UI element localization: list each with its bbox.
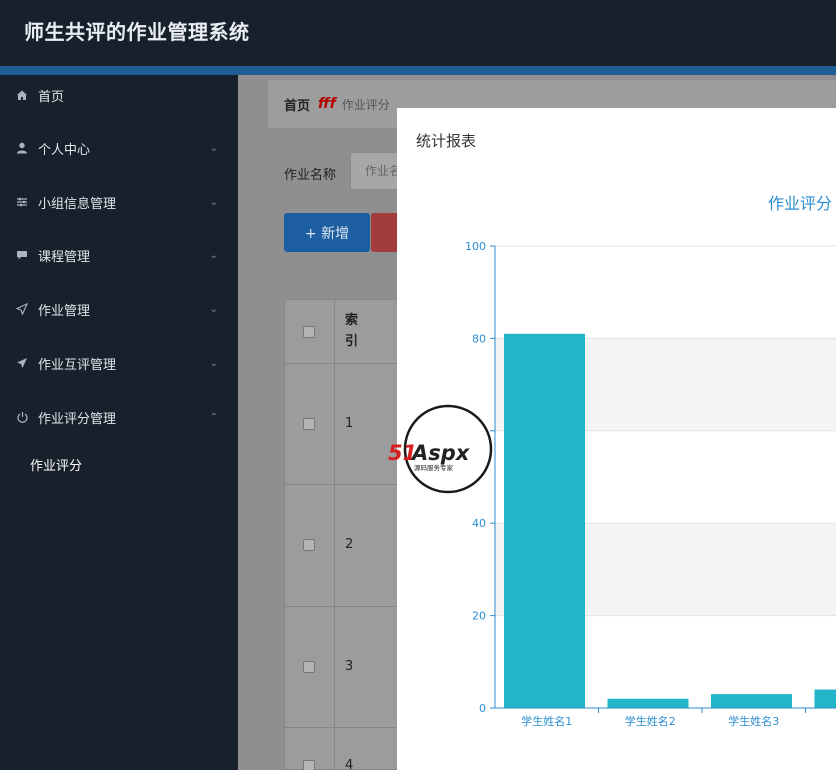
row-index: 3: [345, 659, 354, 674]
sidebar-item-label: 小组信息管理: [38, 196, 117, 212]
breadcrumb-current: 作业评分: [341, 97, 390, 112]
row-index: 4: [345, 758, 354, 770]
sidebar-item-personal[interactable]: 个人中心 ⌄: [0, 128, 238, 168]
y-tick-label: 20: [472, 610, 486, 623]
watermark-logo: 51 Aspx 源码服务专家: [388, 404, 493, 494]
data-table: 索 引 1 2 3 4: [284, 299, 398, 770]
bar-3: [711, 694, 792, 708]
sidebar-item-group[interactable]: 小组信息管理 ⌄: [0, 182, 238, 222]
home-icon: [15, 88, 29, 102]
power-icon: [15, 410, 29, 424]
watermark-tagline: 源码服务专家: [414, 463, 454, 472]
y-tick-label: 0: [479, 702, 486, 715]
chevron-up-icon: ⌃: [209, 411, 218, 423]
x-tick-label: 学生姓名1: [521, 714, 572, 728]
sidebar-item-grading[interactable]: 作业评分管理 ⌃: [0, 397, 238, 437]
bar-2: [607, 698, 689, 708]
app-title: 师生共评的作业管理系统: [24, 20, 250, 44]
row-index: 1: [345, 416, 354, 431]
chevron-down-icon: ⌄: [209, 303, 218, 315]
send-icon: [15, 302, 29, 316]
sidebar-item-label: 课程管理: [38, 249, 91, 265]
sidebar-item-homework[interactable]: 作业管理 ⌄: [0, 289, 238, 329]
sidebar-item-label: 作业评分管理: [38, 411, 117, 427]
table-row[interactable]: 2: [285, 485, 397, 607]
user-icon: [15, 141, 29, 155]
search-label: 作业名称: [284, 168, 337, 183]
x-tick-label: 学生姓名2: [625, 714, 676, 728]
chat-icon: [15, 248, 29, 262]
sidebar-subitem-grading[interactable]: 作业评分: [30, 455, 82, 474]
row-checkbox[interactable]: [303, 661, 315, 673]
chevron-down-icon: ⌄: [209, 249, 218, 261]
sidebar-item-course[interactable]: 课程管理 ⌄: [0, 235, 238, 275]
row-checkbox[interactable]: [303, 539, 315, 551]
chevron-down-icon: ⌄: [209, 196, 218, 208]
breadcrumb-home[interactable]: 首页: [284, 95, 310, 114]
sidebar-item-label: 作业互评管理: [38, 357, 117, 373]
top-bar: 师生共评的作业管理系统: [0, 0, 836, 68]
y-tick-label: 100: [465, 240, 486, 253]
table-row[interactable]: 4: [285, 728, 397, 770]
add-button[interactable]: + 新增: [284, 213, 370, 252]
watermark-brand-aspx: Aspx: [410, 441, 471, 465]
delete-button[interactable]: [371, 213, 399, 252]
sliders-icon: [15, 195, 29, 209]
table-row[interactable]: 1: [285, 364, 397, 485]
select-all-checkbox[interactable]: [303, 326, 315, 338]
sidebar-item-label: 作业管理: [38, 303, 91, 319]
bar-1: [504, 333, 585, 708]
sidebar-item-home[interactable]: 首页: [0, 75, 238, 115]
chevron-down-icon: ⌄: [209, 142, 218, 154]
y-tick-label: 40: [472, 517, 486, 530]
top-bar-accent: [0, 66, 836, 75]
sidebar: 首页 个人中心 ⌄ 小组信息管理 ⌄ 课程管理 ⌄ 作业管理 ⌄ 作业互评管理 …: [0, 75, 238, 770]
x-tick-label: 学生姓名3: [728, 714, 779, 728]
bar-4: [814, 689, 836, 708]
sidebar-item-peer-review[interactable]: 作业互评管理 ⌄: [0, 343, 238, 383]
row-checkbox[interactable]: [303, 760, 315, 770]
sidebar-item-label: 个人中心: [38, 142, 91, 158]
row-index: 2: [345, 537, 354, 552]
column-header-index: 索 引: [345, 313, 359, 349]
table-row[interactable]: 3: [285, 607, 397, 728]
y-tick-label: 80: [472, 332, 486, 345]
row-checkbox[interactable]: [303, 418, 315, 430]
plane-icon: [15, 356, 29, 370]
chevron-down-icon: ⌄: [209, 357, 218, 369]
table-header-row: 索 引: [285, 300, 397, 364]
breadcrumb-separator: fff: [318, 96, 336, 112]
sidebar-item-label: 首页: [38, 89, 65, 105]
